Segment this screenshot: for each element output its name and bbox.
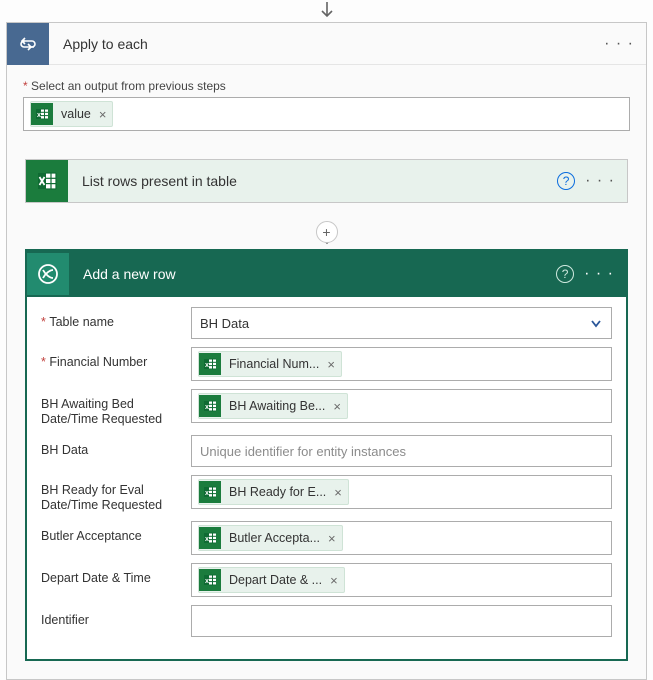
bh-ready-token[interactable]: x BH Ready for E... × <box>198 479 349 505</box>
financial-number-token-text: Financial Num... <box>229 357 319 371</box>
svg-text:x: x <box>205 490 209 497</box>
label-financial-number: Financial Number <box>41 347 191 370</box>
loop-children: List rows present in table ? · · · + <box>7 147 646 679</box>
apply-to-each-header[interactable]: Apply to each · · · <box>7 23 646 65</box>
row-identifier: Identifier <box>41 605 612 637</box>
label-bh-ready: BH Ready for Eval Date/Time Requested <box>41 475 191 513</box>
label-identifier: Identifier <box>41 605 191 628</box>
identifier-input[interactable] <box>191 605 612 637</box>
table-name-select[interactable]: BH Data <box>191 307 612 339</box>
label-table-name: Table name <box>41 307 191 330</box>
svg-text:x: x <box>205 536 209 543</box>
bh-ready-field[interactable]: x BH Ready for E... × <box>191 475 612 509</box>
list-rows-help-icon[interactable]: ? <box>557 172 575 190</box>
table-name-value: BH Data <box>200 316 249 331</box>
butler-field[interactable]: x Butler Accepta... × <box>191 521 612 555</box>
add-row-form: Table name BH Data Financial Number <box>27 297 626 659</box>
excel-token-icon: x <box>199 395 221 417</box>
excel-token-icon: x <box>199 569 221 591</box>
select-output-label: Select an output from previous steps <box>23 79 630 93</box>
excel-token-icon: x <box>199 481 221 503</box>
list-rows-menu[interactable]: · · · <box>585 172 615 190</box>
row-depart: Depart Date & Time x Depart Date & ... × <box>41 563 612 597</box>
depart-token-remove[interactable]: × <box>330 573 338 588</box>
list-rows-title: List rows present in table <box>68 173 557 189</box>
svg-text:x: x <box>205 362 209 369</box>
row-bh-ready: BH Ready for Eval Date/Time Requested x … <box>41 475 612 513</box>
financial-number-field[interactable]: x Financial Num... × <box>191 347 612 381</box>
financial-number-token-remove[interactable]: × <box>327 357 335 372</box>
depart-field[interactable]: x Depart Date & ... × <box>191 563 612 597</box>
bh-awaiting-token-text: BH Awaiting Be... <box>229 399 325 413</box>
list-rows-card: List rows present in table ? · · · <box>25 159 628 203</box>
add-row-menu[interactable]: · · · <box>584 265 614 283</box>
list-rows-header[interactable]: List rows present in table ? · · · <box>26 160 627 202</box>
excel-token-icon: x <box>31 103 53 125</box>
row-table-name: Table name BH Data <box>41 307 612 339</box>
depart-token[interactable]: x Depart Date & ... × <box>198 567 345 593</box>
add-row-title: Add a new row <box>69 266 556 282</box>
butler-token[interactable]: x Butler Accepta... × <box>198 525 343 551</box>
add-row-help-icon[interactable]: ? <box>556 265 574 283</box>
excel-icon <box>26 160 68 202</box>
bh-awaiting-token-remove[interactable]: × <box>333 399 341 414</box>
add-step-button[interactable]: + <box>316 221 338 243</box>
label-bh-data: BH Data <box>41 435 191 458</box>
financial-number-token[interactable]: x Financial Num... × <box>198 351 342 377</box>
bh-awaiting-token[interactable]: x BH Awaiting Be... × <box>198 393 348 419</box>
row-butler: Butler Acceptance x Butler Accepta... × <box>41 521 612 555</box>
row-financial-number: Financial Number x Financial Num... × <box>41 347 612 381</box>
butler-token-remove[interactable]: × <box>328 531 336 546</box>
add-row-card: Add a new row ? · · · Table name BH Data <box>25 249 628 661</box>
value-token-text: value <box>61 107 91 121</box>
apply-to-each-body: Select an output from previous steps x <box>7 65 646 147</box>
dataverse-icon <box>27 253 69 295</box>
connector-with-plus: + <box>25 223 628 249</box>
apply-to-each-title: Apply to each <box>49 36 604 52</box>
row-bh-awaiting: BH Awaiting Bed Date/Time Requested x BH… <box>41 389 612 427</box>
select-output-field[interactable]: x value × <box>23 97 630 131</box>
loop-icon <box>7 23 49 65</box>
apply-to-each-card: Apply to each · · · Select an output fro… <box>6 22 647 680</box>
label-bh-awaiting: BH Awaiting Bed Date/Time Requested <box>41 389 191 427</box>
value-token[interactable]: x value × <box>30 101 113 127</box>
bh-awaiting-field[interactable]: x BH Awaiting Be... × <box>191 389 612 423</box>
flow-arrow-top <box>0 0 653 22</box>
label-depart: Depart Date & Time <box>41 563 191 586</box>
bh-data-placeholder: Unique identifier for entity instances <box>200 444 406 459</box>
depart-token-text: Depart Date & ... <box>229 573 322 587</box>
butler-token-text: Butler Accepta... <box>229 531 320 545</box>
chevron-down-icon <box>589 316 603 330</box>
row-bh-data: BH Data Unique identifier for entity ins… <box>41 435 612 467</box>
bh-data-input[interactable]: Unique identifier for entity instances <box>191 435 612 467</box>
apply-to-each-menu[interactable]: · · · <box>604 35 634 53</box>
excel-token-icon: x <box>199 527 221 549</box>
bh-ready-token-remove[interactable]: × <box>334 485 342 500</box>
svg-text:x: x <box>205 404 209 411</box>
add-row-header[interactable]: Add a new row ? · · · <box>27 251 626 297</box>
label-butler: Butler Acceptance <box>41 521 191 544</box>
value-token-remove[interactable]: × <box>99 107 107 122</box>
svg-text:x: x <box>37 112 41 119</box>
excel-token-icon: x <box>199 353 221 375</box>
bh-ready-token-text: BH Ready for E... <box>229 485 326 499</box>
